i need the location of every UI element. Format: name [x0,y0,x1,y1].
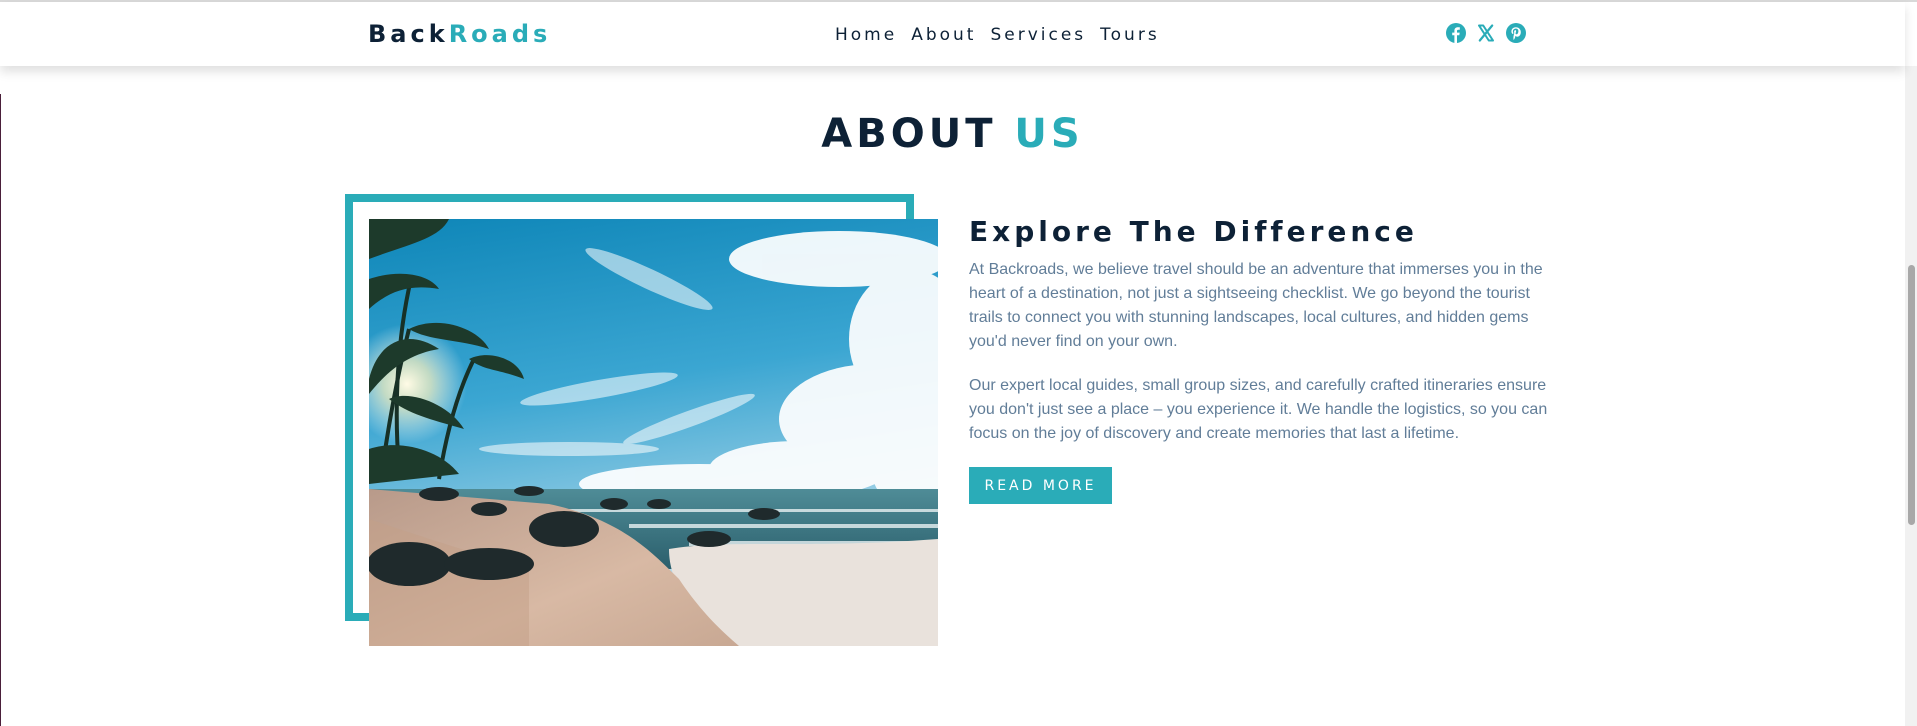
logo[interactable]: BackRoads [368,20,551,48]
beach-image [369,219,938,646]
logo-part-back: Back [368,20,449,48]
pinterest-icon[interactable] [1506,23,1526,43]
about-paragraph-2: Our expert local guides, small group siz… [969,377,1548,442]
nav-link-tours[interactable]: Tours [1100,24,1160,46]
facebook-icon[interactable] [1446,23,1466,43]
read-more-button[interactable]: READ MORE [969,467,1112,504]
nav-link-home[interactable]: Home [835,24,897,46]
section-title: ABOUT US [0,110,1905,158]
about-heading: Explore The Difference [969,215,1418,248]
section-title-about: ABOUT [821,111,997,157]
about-paragraph-1: At Backroads, we believe travel should b… [969,261,1543,350]
nav-links: Home About Services Tours [835,24,1160,46]
left-edge-line [0,94,1,726]
x-twitter-icon[interactable] [1476,23,1496,43]
logo-part-roads: Roads [448,20,552,48]
navbar: BackRoads Home About Services Tours [0,2,1905,66]
scrollbar-thumb[interactable] [1908,265,1915,525]
nav-link-services[interactable]: Services [990,24,1086,46]
nav-link-about[interactable]: About [911,24,976,46]
social-links [1446,23,1526,43]
section-title-us: US [1014,111,1084,157]
page: BackRoads Home About Services Tours ABOU… [0,0,1917,726]
